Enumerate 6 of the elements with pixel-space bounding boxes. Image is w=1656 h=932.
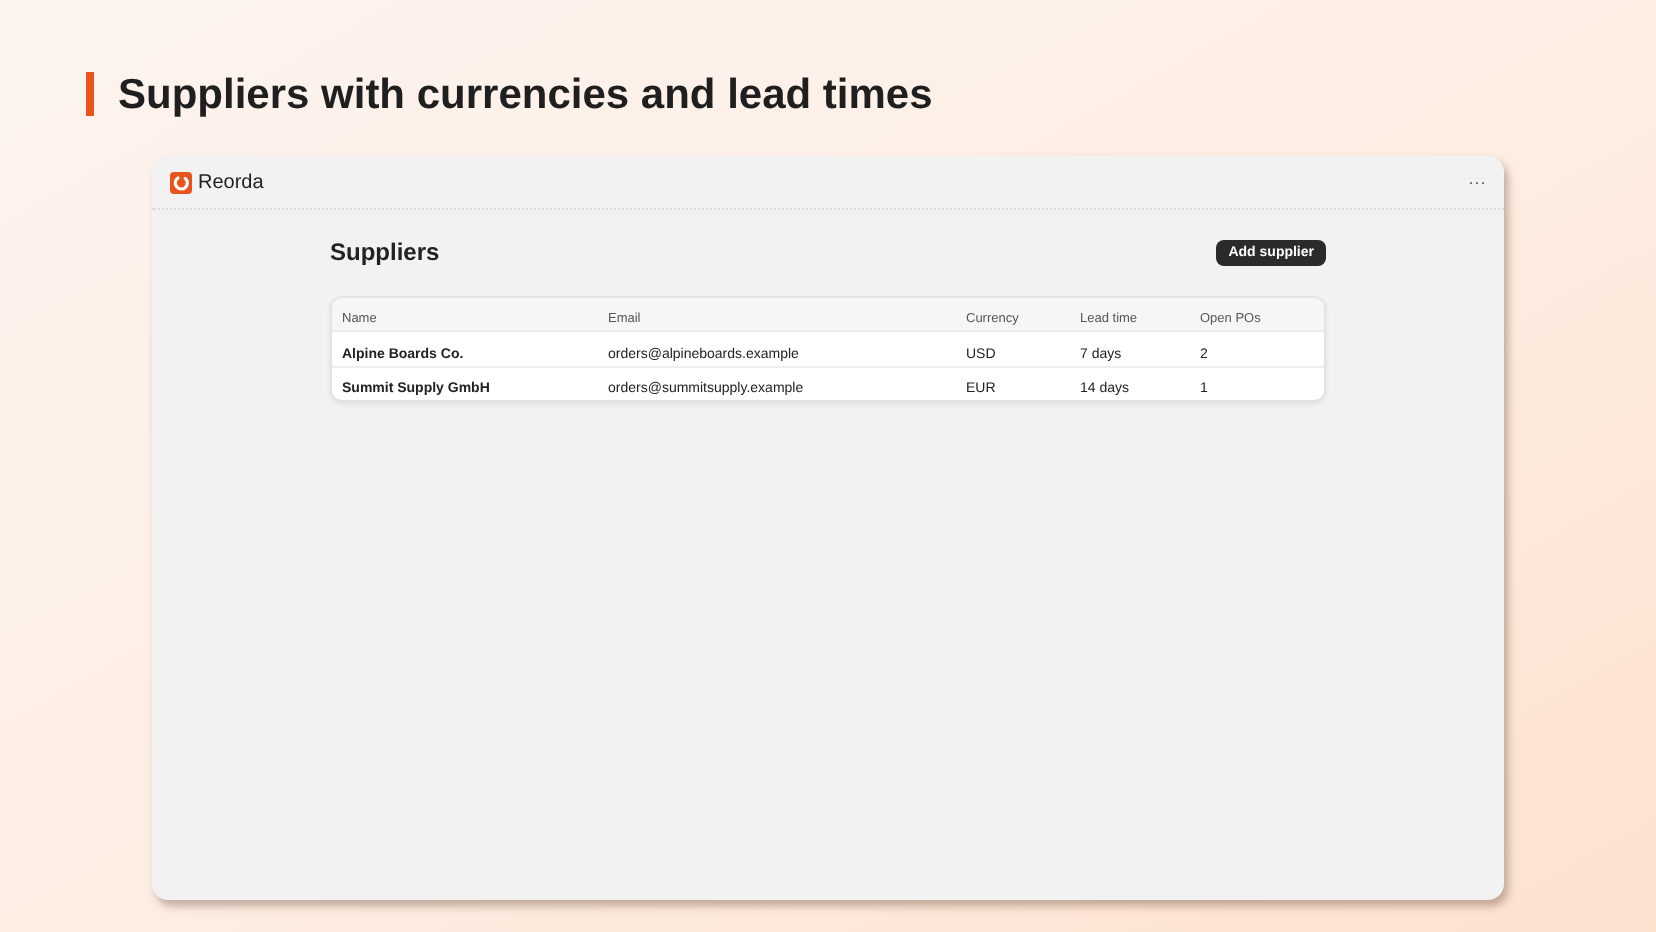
app-name: Reorda [198, 169, 264, 197]
slide-title: Suppliers with currencies and lead times [118, 73, 933, 115]
logo-icon [170, 171, 192, 193]
more-button[interactable]: ··· [1468, 173, 1486, 191]
page-title: Suppliers [330, 236, 440, 270]
accent-bar [86, 72, 94, 116]
